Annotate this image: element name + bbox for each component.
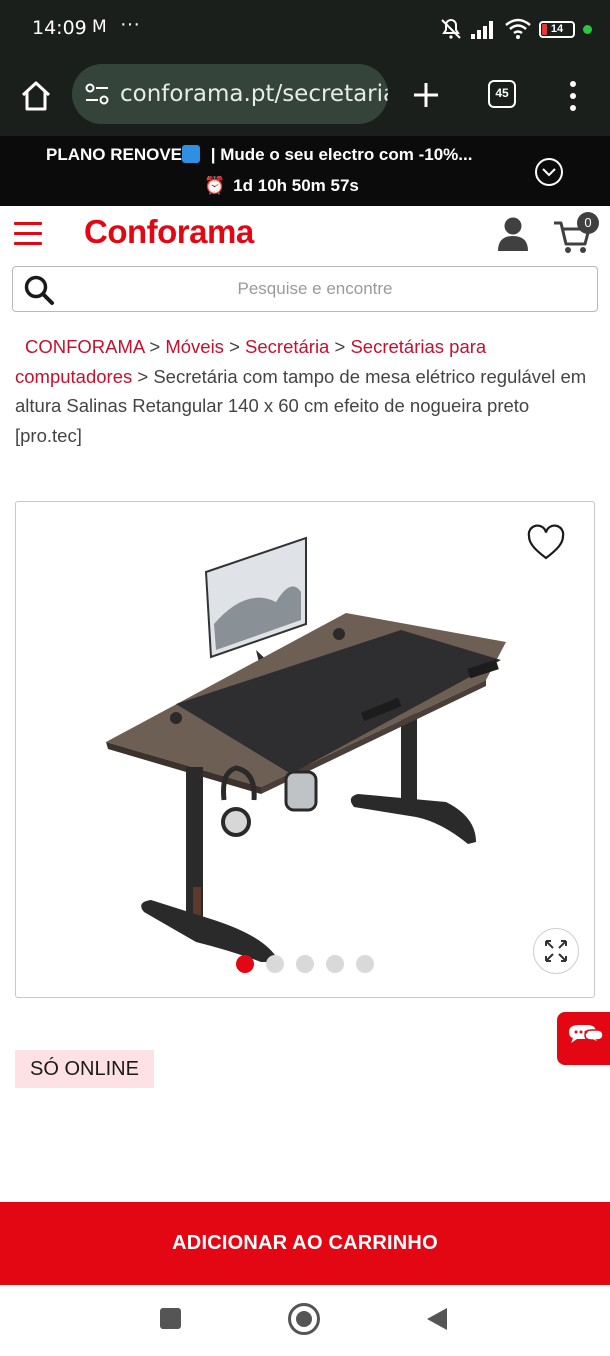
status-icons: 14 [439,14,592,44]
breadcrumb-separator: > [223,336,246,357]
gallery-pagination [236,955,374,973]
chevron-down-icon[interactable] [535,158,563,186]
more-notifications-icon: ··· [120,13,140,35]
back-icon[interactable] [425,1306,449,1332]
status-bar: 14:09 M ··· 14 [0,0,610,58]
overflow-menu-icon[interactable] [563,78,583,114]
search-input[interactable] [65,267,565,310]
chat-bubbles-icon [569,1025,604,1045]
user-account-icon[interactable] [497,216,529,252]
search-icon[interactable] [23,274,55,306]
heart-icon[interactable] [526,524,566,562]
breadcrumb-link-secretaria[interactable]: Secretária [245,336,329,357]
tab-switcher-button[interactable]: 45 [488,80,516,108]
refresh-emoji-icon [182,145,201,163]
home-nav-icon[interactable] [288,1303,320,1335]
gallery-dot-1[interactable] [236,955,254,973]
breadcrumb-separator: > [329,336,351,357]
hamburger-menu-icon[interactable] [14,222,42,246]
gallery-dot-3[interactable] [296,955,314,973]
recents-icon[interactable] [160,1308,181,1329]
gallery-dot-5[interactable] [356,955,374,973]
site-logo[interactable]: Conforama [84,213,254,251]
home-icon[interactable] [18,78,54,114]
online-only-badge: SÓ ONLINE [15,1050,154,1088]
alarm-clock-icon: ⏰ [204,176,226,195]
battery-icon: 14 [539,20,575,38]
promo-countdown: ⏰ 1d 10h 50m 57s [204,176,359,195]
url-text: conforama.pt/secretaria [120,81,388,107]
promo-banner[interactable]: PLANO RENOVE | Mude o seu electro com -1… [0,136,610,206]
search-bar[interactable] [12,266,598,312]
breadcrumb: CONFORAMA > Móveis > Secretária > Secret… [15,332,599,450]
chat-widget-button[interactable] [557,1012,610,1065]
gmail-icon: M [92,17,107,37]
product-image-desk[interactable] [96,532,516,962]
cart-count-badge: 0 [577,212,599,234]
breadcrumb-link-moveis[interactable]: Móveis [165,336,224,357]
signal-icon [471,21,493,39]
promo-text: PLANO RENOVE | Mude o seu electro com -1… [46,145,473,164]
add-to-cart-button[interactable]: ADICIONAR AO CARRINHO [0,1202,610,1285]
site-header: Conforama [0,206,610,264]
site-settings-icon[interactable] [84,81,110,107]
breadcrumb-link-home[interactable]: CONFORAMA [15,336,144,357]
status-time: 14:09 [32,17,87,39]
system-nav-bar [0,1285,610,1356]
battery-level: 14 [550,22,564,35]
new-tab-icon[interactable] [410,79,442,111]
address-bar[interactable]: conforama.pt/secretaria [72,64,388,124]
wifi-icon [505,18,531,39]
gallery-dot-2[interactable] [266,955,284,973]
fullscreen-zoom-button[interactable] [533,928,579,974]
privacy-indicator-icon [583,24,592,34]
mute-icon [441,18,461,39]
product-gallery[interactable] [15,501,595,998]
expand-arrows-icon [545,940,567,962]
gallery-dot-4[interactable] [326,955,344,973]
browser-toolbar: conforama.pt/secretaria 45 [0,58,610,136]
breadcrumb-separator: > [132,365,154,387]
breadcrumb-separator: > [144,336,166,357]
